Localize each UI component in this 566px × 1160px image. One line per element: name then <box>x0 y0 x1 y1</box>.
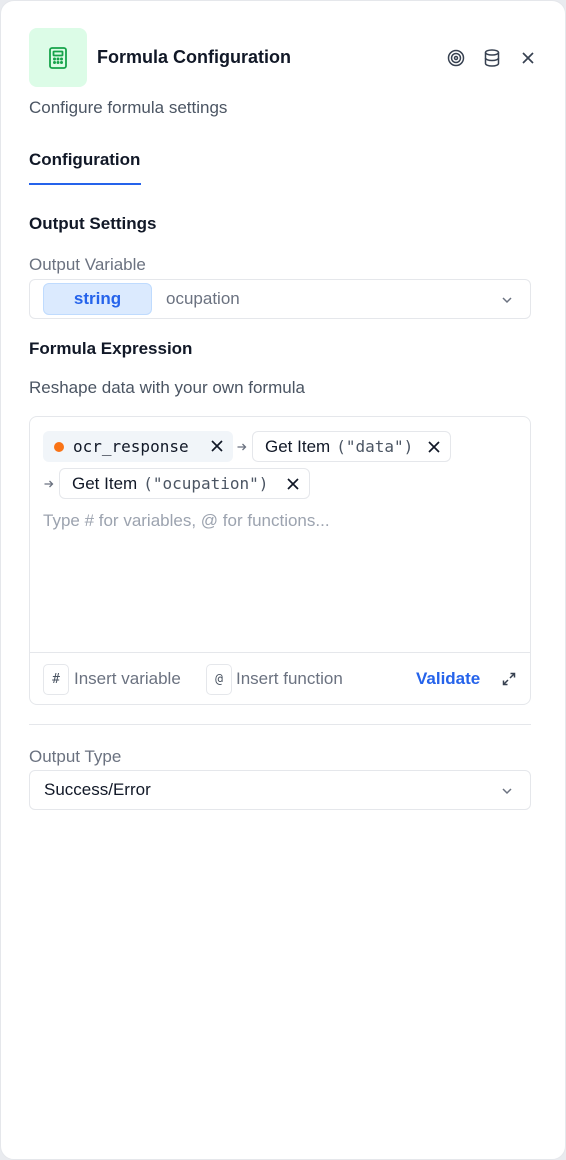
output-variable-label: Output Variable <box>29 255 146 274</box>
formula-description: Reshape data with your own formula <box>29 378 305 397</box>
formula-expression-title: Formula Expression <box>29 339 193 358</box>
variable-chip[interactable]: ocr_response <box>43 431 233 462</box>
type-badge: string <box>43 283 152 315</box>
output-settings-title: Output Settings <box>29 214 157 233</box>
function-chip-args: ("data") <box>336 437 414 456</box>
output-type-select[interactable]: Success/Error <box>29 770 531 810</box>
arrow-right-icon <box>237 443 247 451</box>
function-chip[interactable]: Get Item ("data") <box>252 431 451 462</box>
calculator-icon <box>29 28 87 87</box>
insert-function-button[interactable]: Insert function <box>236 669 343 689</box>
remove-chip-icon[interactable] <box>427 440 441 454</box>
editor-footer: # Insert variable @ Insert function Vali… <box>30 652 530 704</box>
output-type-value: Success/Error <box>44 780 151 799</box>
panel-header: Formula Configuration <box>29 28 537 87</box>
output-variable-select[interactable]: string ocupation <box>29 279 531 319</box>
target-icon[interactable] <box>447 49 465 67</box>
formula-editor[interactable]: ocr_response Get Item ("data") Get Item … <box>29 416 531 705</box>
function-chip-name: Get Item <box>72 473 138 493</box>
function-chip-args: ("ocupation") <box>143 474 269 493</box>
formula-placeholder[interactable]: Type # for variables, @ for functions... <box>43 511 330 531</box>
at-key-icon: @ <box>206 664 232 695</box>
function-chip[interactable]: Get Item ("ocupation") <box>59 468 310 499</box>
panel-subtitle: Configure formula settings <box>29 98 228 117</box>
section-divider <box>29 724 531 725</box>
output-variable-name: ocupation <box>166 289 240 308</box>
tab-configuration[interactable]: Configuration <box>29 150 141 185</box>
close-icon[interactable] <box>519 49 537 67</box>
variable-chip-label: ocr_response <box>73 437 189 456</box>
remove-chip-icon[interactable] <box>210 439 224 453</box>
chevron-down-icon <box>502 297 512 304</box>
function-chip-name: Get Item <box>265 436 331 456</box>
variable-dot <box>54 441 64 452</box>
insert-variable-button[interactable]: Insert variable <box>74 669 181 689</box>
hash-key-icon: # <box>43 664 69 695</box>
remove-chip-icon[interactable] <box>286 477 300 491</box>
database-icon[interactable] <box>483 48 501 67</box>
header-actions <box>447 48 537 67</box>
panel-title: Formula Configuration <box>97 47 291 67</box>
validate-button[interactable]: Validate <box>416 669 480 689</box>
formula-configuration-panel: Formula Configuration Configure formula … <box>0 0 566 1160</box>
expand-icon[interactable] <box>501 671 517 687</box>
chevron-down-icon <box>502 788 512 795</box>
arrow-right-icon <box>44 480 54 488</box>
output-type-label: Output Type <box>29 747 122 766</box>
